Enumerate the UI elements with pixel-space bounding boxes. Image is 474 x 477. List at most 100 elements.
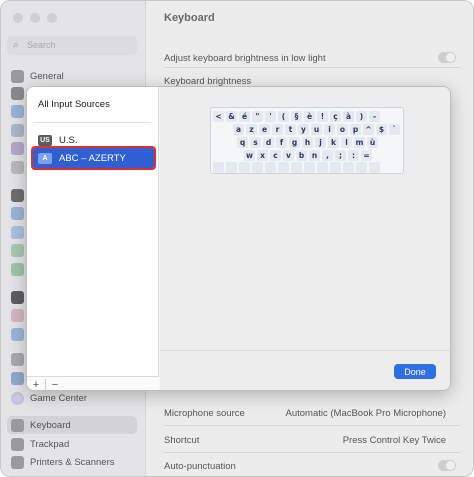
- touch-id-icon[interactable]: [11, 309, 24, 322]
- keyboard-key: q: [237, 137, 248, 148]
- keyboard-layout-preview: < & é " '(§ è! ç à) - a z e r t y u i o p ^ $ ` qsdfghjklmù …: [210, 107, 404, 174]
- minimize-icon[interactable]: [30, 13, 40, 23]
- us-flag-icon: US: [38, 134, 52, 146]
- row-label: Microphone source: [164, 408, 245, 419]
- keyboard-row: qsdfghjklmù: [237, 137, 378, 148]
- adjust-brightness-toggle[interactable]: [438, 52, 456, 63]
- divider: [164, 452, 460, 453]
- keyboard-row: a z e r t y u i o p ^ $ `: [233, 124, 400, 135]
- all-input-sources-header[interactable]: All Input Sources: [38, 99, 110, 110]
- keyboard-key: n: [309, 150, 320, 161]
- keyboard-key: [226, 162, 237, 173]
- siri-icon[interactable]: [11, 142, 24, 155]
- privacy-icon[interactable]: [11, 161, 24, 174]
- keyboard-key: [265, 162, 276, 173]
- keyboard-key: §: [291, 111, 302, 122]
- keyboard-key: é: [239, 111, 250, 122]
- keyboard-key: (: [278, 111, 289, 122]
- keyboard-key: <: [213, 111, 224, 122]
- keyboard-key: [278, 162, 289, 173]
- sidebar-item-printers[interactable]: Printers & Scanners: [11, 454, 114, 470]
- input-source-label: U.S.: [59, 134, 78, 146]
- keyboard-key: $: [376, 124, 387, 135]
- divider: [33, 122, 151, 123]
- keyboard-key: [239, 162, 250, 173]
- displays-icon[interactable]: [11, 207, 24, 220]
- wallpaper-icon[interactable]: [11, 226, 24, 239]
- battery-icon[interactable]: [11, 263, 24, 276]
- keyboard-key: i: [324, 124, 335, 135]
- keyboard-key: [330, 162, 341, 173]
- search-input[interactable]: ⌕ Search: [7, 36, 137, 55]
- keyboard-key: j: [315, 137, 326, 148]
- sidebar-item-label: General: [30, 70, 64, 82]
- search-icon: ⌕: [13, 39, 20, 51]
- keyboard-key: x: [257, 150, 268, 161]
- keyboard-key: h: [302, 137, 313, 148]
- gear-icon: [11, 69, 24, 83]
- keyboard-key: à: [343, 111, 354, 122]
- shortcut-select[interactable]: Press Control Key Twice: [343, 435, 446, 446]
- keyboard-key: u: [311, 124, 322, 135]
- keyboard-key: b: [296, 150, 307, 161]
- control-center-icon[interactable]: [11, 124, 24, 137]
- desktop-icon[interactable]: [11, 189, 24, 202]
- keyboard-key: o: [337, 124, 348, 135]
- sidebar-item-general[interactable]: General: [11, 68, 64, 84]
- row-label: Shortcut: [164, 435, 200, 446]
- keyboard-key: [356, 162, 367, 173]
- divider: [164, 425, 460, 426]
- settings-window: ⌕ Search General Game Center Keyboard Tr…: [0, 0, 474, 477]
- keyboard-key: c: [270, 150, 281, 161]
- input-sources-list: All Input Sources US U.S. A ABC – AZERTY…: [27, 87, 159, 391]
- input-source-us[interactable]: US U.S.: [33, 130, 154, 150]
- keyboard-key: [252, 162, 263, 173]
- appearance-icon[interactable]: [11, 87, 24, 100]
- keyboard-key: t: [285, 124, 296, 135]
- keyboard-key: f: [276, 137, 287, 148]
- internet-accounts-icon[interactable]: [11, 372, 24, 385]
- keyboard-key: k: [328, 137, 339, 148]
- keyboard-key: e: [259, 124, 270, 135]
- input-source-label: ABC – AZERTY: [59, 152, 126, 164]
- keyboard-key: ": [252, 111, 263, 122]
- sidebar-item-label: Keyboard: [30, 419, 71, 431]
- row-adjust-brightness: Adjust keyboard brightness in low light: [164, 52, 460, 64]
- keyboard-key: p: [350, 124, 361, 135]
- keyboard-key: [317, 162, 328, 173]
- keyboard-row: w x c v b n,;: =: [244, 150, 372, 161]
- zoom-icon[interactable]: [47, 13, 57, 23]
- done-button[interactable]: Done: [394, 364, 436, 379]
- keyboard-key: ;: [335, 150, 346, 161]
- keyboard-key: d: [263, 137, 274, 148]
- passwords-icon[interactable]: [11, 353, 24, 366]
- auto-punctuation-toggle[interactable]: [438, 460, 456, 471]
- keyboard-key: !: [317, 111, 328, 122]
- keyboard-key: =: [361, 150, 372, 161]
- keyboard-key: z: [246, 124, 257, 135]
- add-source-button[interactable]: +: [27, 379, 45, 391]
- keyboard-key: ç: [330, 111, 341, 122]
- screen-saver-icon[interactable]: [11, 244, 24, 257]
- keyboard-key: r: [272, 124, 283, 135]
- sidebar-item-label: Game Center: [30, 392, 88, 404]
- printer-icon: [11, 455, 24, 469]
- row-label: Adjust keyboard brightness in low light: [164, 53, 326, 64]
- close-icon[interactable]: [13, 13, 23, 23]
- sidebar-item-keyboard[interactable]: Keyboard: [7, 416, 137, 434]
- keyboard-key: [213, 162, 224, 173]
- sidebar-item-trackpad[interactable]: Trackpad: [11, 436, 69, 452]
- lock-screen-icon[interactable]: [11, 291, 24, 304]
- accessibility-icon[interactable]: [11, 105, 24, 118]
- game-center-icon: [11, 391, 24, 405]
- divider: [160, 350, 450, 351]
- sidebar-item-game-center[interactable]: Game Center: [11, 390, 87, 406]
- abc-badge-icon: A: [38, 152, 52, 164]
- input-source-abc-azerty[interactable]: A ABC – AZERTY: [31, 146, 156, 170]
- keyboard-key: [291, 162, 302, 173]
- users-groups-icon[interactable]: [11, 328, 24, 341]
- keyboard-preview-pane: < & é " '(§ è! ç à) - a z e r t y u i o p ^ $ ` qsdfghjklmù …: [160, 87, 450, 390]
- remove-source-button[interactable]: −: [46, 379, 64, 391]
- keyboard-key: [343, 162, 354, 173]
- microphone-source-select[interactable]: Automatic (MacBook Pro Microphone): [285, 408, 446, 419]
